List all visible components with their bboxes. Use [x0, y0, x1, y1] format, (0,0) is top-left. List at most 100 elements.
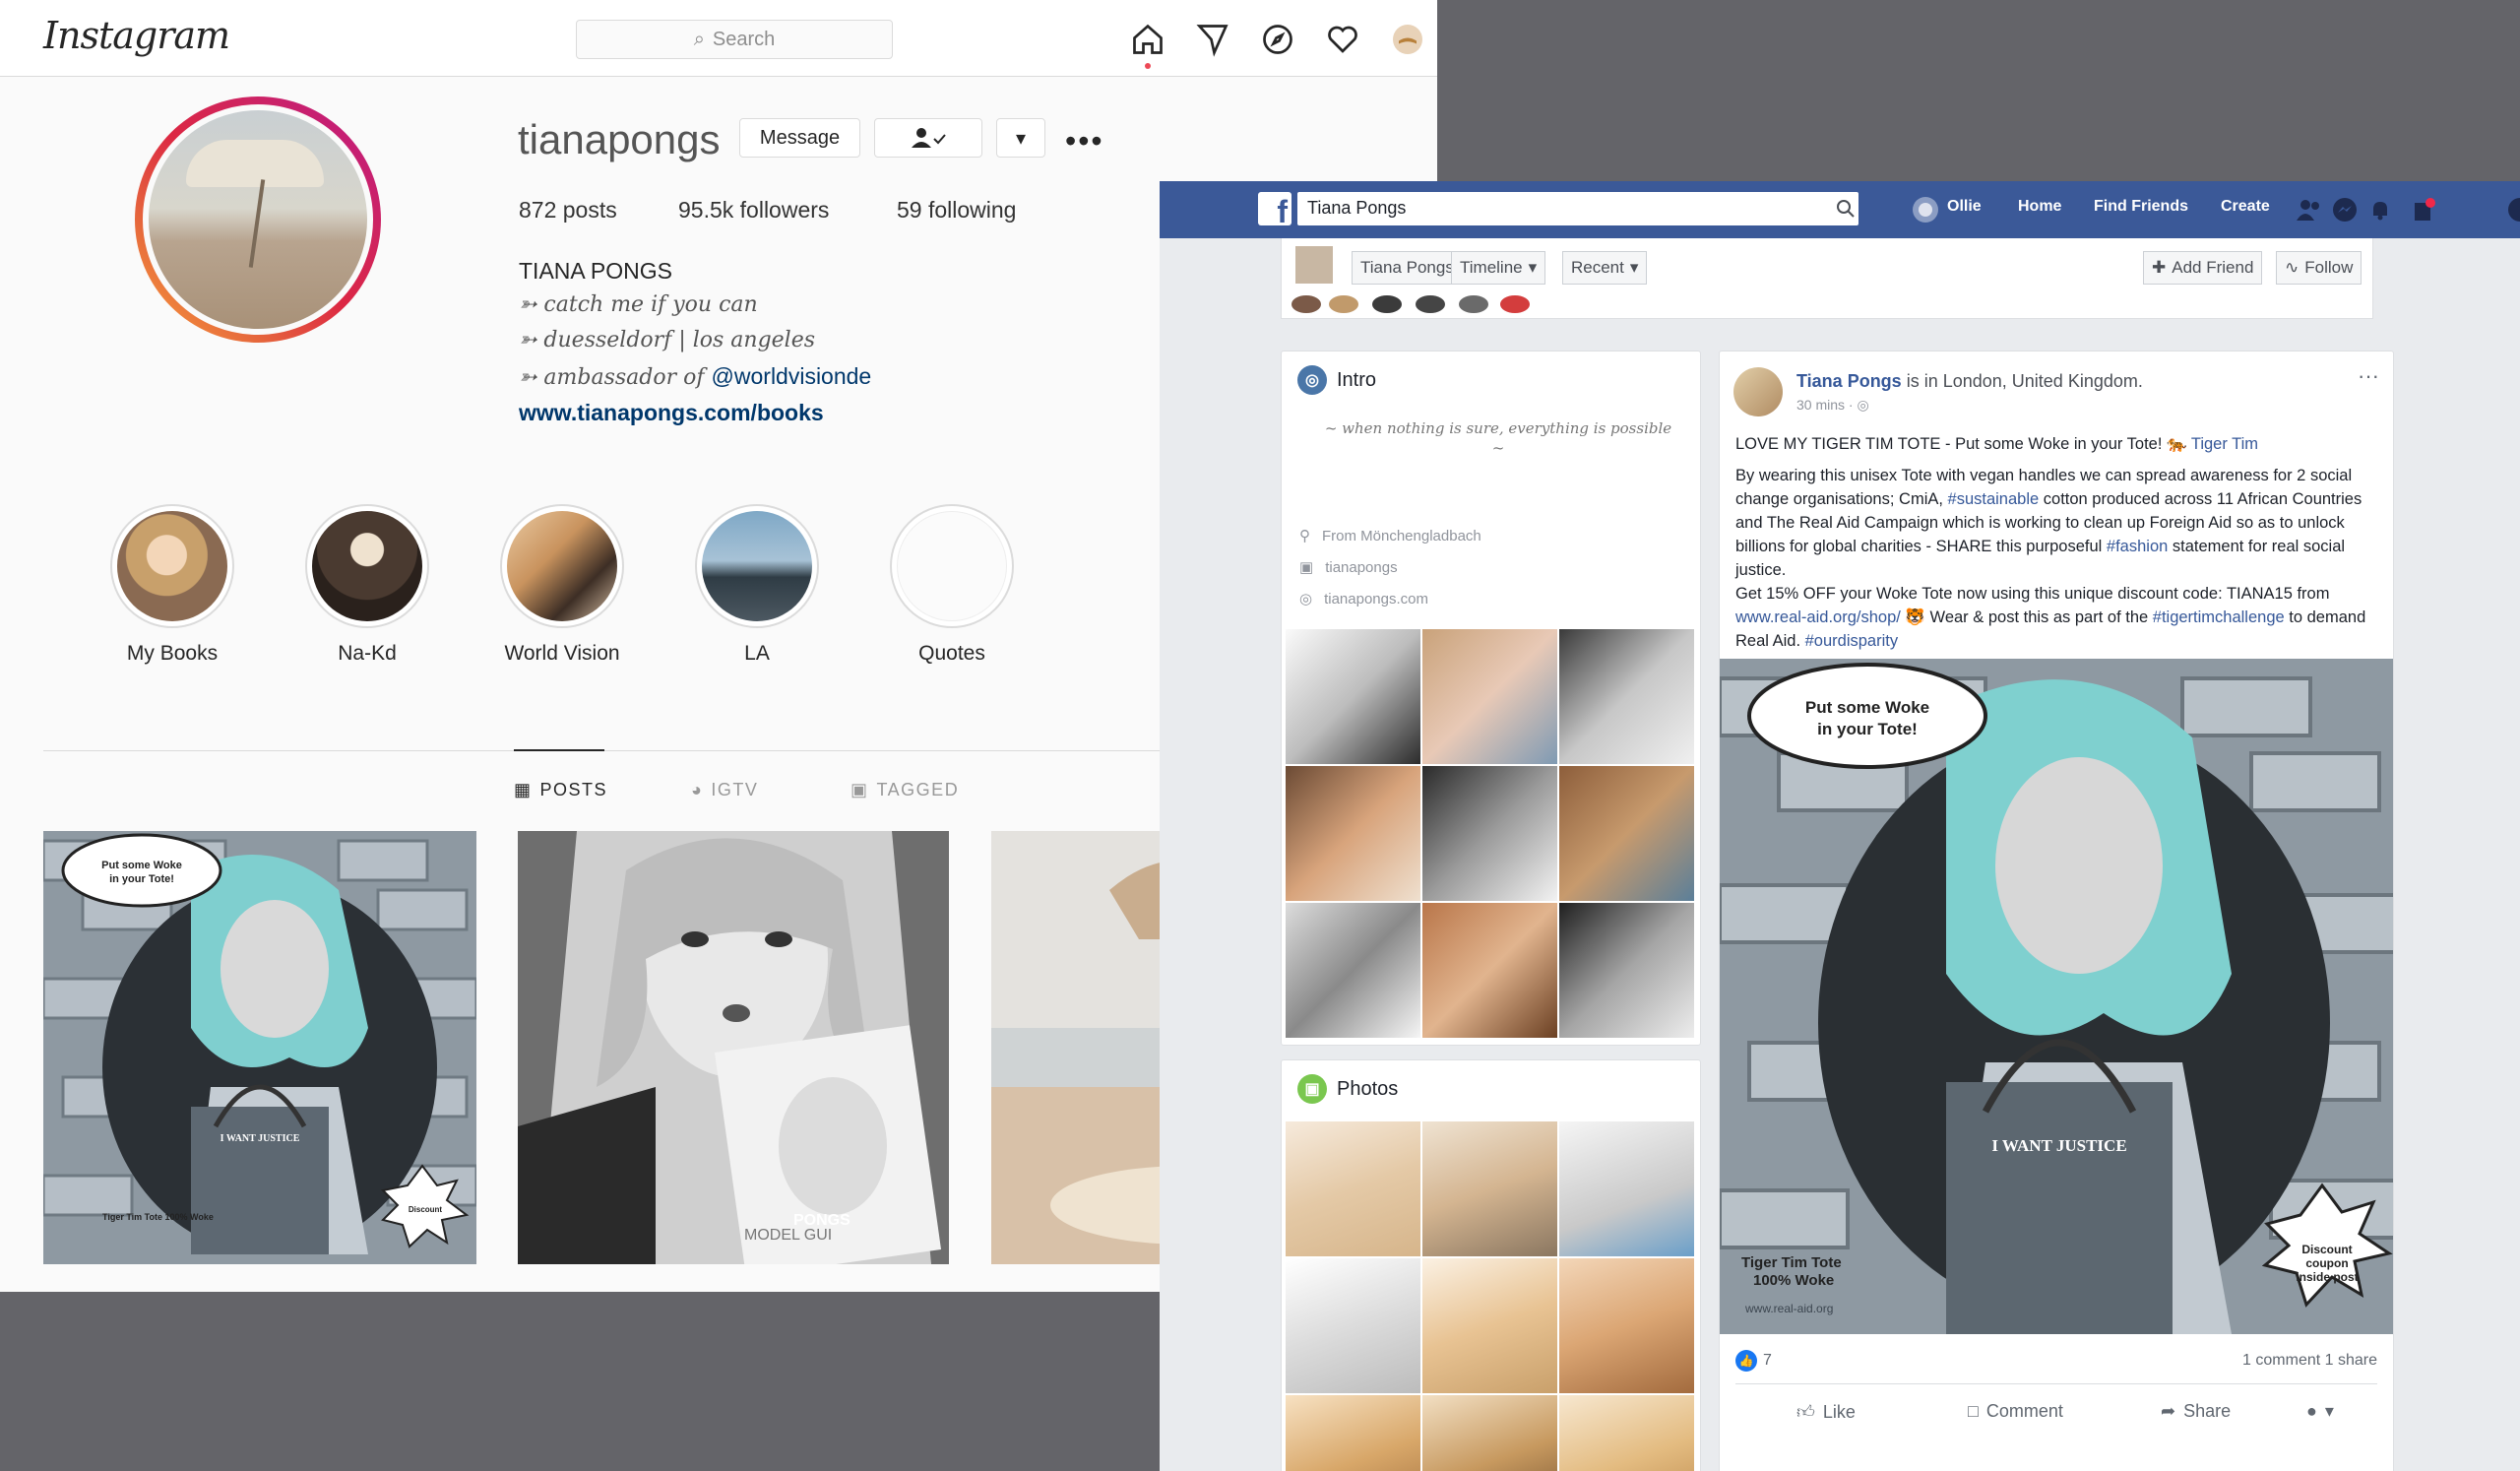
- post-author-avatar[interactable]: [1733, 367, 1783, 416]
- featured-photo[interactable]: [1559, 903, 1694, 1038]
- post-thumbnail[interactable]: Put some Woke in your Tote! I WANT JUSTI…: [43, 831, 476, 1264]
- like-button[interactable]: 👍︎ Like: [1796, 1401, 1856, 1423]
- followers-count[interactable]: 95.5k followers: [678, 197, 829, 224]
- post-text-paragraph2: Get 15% OFF your Woke Tote now using thi…: [1735, 582, 2385, 653]
- featured-photo[interactable]: [1422, 629, 1557, 764]
- featured-photo[interactable]: [1286, 766, 1420, 901]
- search-input[interactable]: Tiana Pongs: [1297, 192, 1858, 225]
- message-button[interactable]: Message: [739, 118, 860, 158]
- highlight-na-kd[interactable]: Na-Kd: [293, 504, 441, 666]
- post-timestamp[interactable]: 30 mins · ◎: [1796, 397, 1869, 414]
- add-friend-button[interactable]: ✚ Add Friend: [2143, 251, 2263, 285]
- highlight-la[interactable]: LA: [683, 504, 831, 666]
- post-as-selector[interactable]: ● ▾: [2306, 1401, 2334, 1422]
- tote-text: Tiger Tim Tote 100% Woke: [102, 1212, 214, 1222]
- highlight-quotes[interactable]: Quotes: [878, 504, 1026, 666]
- direct-icon[interactable]: [1193, 20, 1232, 59]
- featured-photo[interactable]: [1422, 766, 1557, 901]
- featured-photo[interactable]: [1559, 766, 1694, 901]
- photo-thumb[interactable]: [1422, 1258, 1557, 1393]
- intro-title: ◎ Intro: [1297, 365, 1376, 395]
- intro-website-text: tianapongs.com: [1324, 590, 1428, 608]
- notifications-bell-icon[interactable]: [2364, 194, 2396, 225]
- post-url-link[interactable]: www.real-aid.org/shop/: [1735, 608, 1901, 626]
- hashtag-link[interactable]: #sustainable: [1948, 490, 2040, 508]
- following-count[interactable]: 59 following: [897, 197, 1016, 224]
- photo-thumb[interactable]: [1559, 1395, 1694, 1471]
- photo-thumb[interactable]: [1422, 1121, 1557, 1256]
- thumbs-up-icon: 👍︎: [1796, 1402, 1815, 1422]
- profile-avatar-icon[interactable]: [1388, 20, 1427, 59]
- home-icon[interactable]: [1128, 20, 1167, 59]
- highlight-my-books[interactable]: My Books: [98, 504, 246, 666]
- search-icon[interactable]: [1831, 192, 1860, 225]
- coupon-line-1: Discount: [2301, 1243, 2352, 1256]
- user-avatar-icon[interactable]: [1910, 194, 1941, 225]
- photo-thumb[interactable]: [1559, 1121, 1694, 1256]
- hashtag-link[interactable]: #tigertimchallenge: [2153, 608, 2285, 626]
- highlight-world-vision[interactable]: World Vision: [488, 504, 636, 666]
- messenger-icon[interactable]: [2329, 194, 2361, 225]
- quick-help-icon[interactable]: [2408, 194, 2439, 225]
- instagram-icon: ▣: [1299, 559, 1314, 576]
- featured-photo[interactable]: [1286, 629, 1420, 764]
- bag-text: I WANT JUSTICE: [1991, 1136, 2126, 1155]
- tag-link[interactable]: Tiger Tim: [2191, 435, 2258, 453]
- instagram-header: Instagram ⌕ Search: [0, 0, 1437, 77]
- notification-dot: [1145, 63, 1151, 69]
- post-image-bw-portrait: MODEL GUI PONGS: [518, 831, 949, 1264]
- photo-thumb[interactable]: [1286, 1395, 1420, 1471]
- like-label: Like: [1822, 1401, 1856, 1422]
- more-options-icon[interactable]: •••: [1065, 123, 1104, 160]
- photo-thumb[interactable]: [1559, 1258, 1694, 1393]
- nav-find-friends-link[interactable]: Find Friends: [2094, 198, 2188, 216]
- nav-user-link[interactable]: Ollie: [1947, 198, 1982, 216]
- photo-thumb[interactable]: [1286, 1258, 1420, 1393]
- tab-profile-name[interactable]: Tiana Pongs: [1352, 251, 1463, 285]
- post-thumbnail[interactable]: MODEL GUI PONGS: [518, 831, 949, 1264]
- bio-line: ➳ catch me if you can: [519, 292, 758, 317]
- bio-mention-link[interactable]: @worldvisionde: [712, 363, 872, 389]
- facebook-logo-icon[interactable]: f: [1258, 192, 1292, 225]
- friend-requests-icon[interactable]: [2294, 194, 2325, 225]
- comment-button[interactable]: □ Comment: [1968, 1401, 2063, 1422]
- search-input[interactable]: ⌕ Search: [576, 20, 893, 59]
- post-reactions[interactable]: 👍 7: [1735, 1350, 1772, 1372]
- suggestions-dropdown[interactable]: ▾: [996, 118, 1045, 158]
- photo-thumb[interactable]: [1422, 1395, 1557, 1471]
- instagram-logo[interactable]: Instagram: [43, 14, 230, 57]
- following-button[interactable]: [874, 118, 982, 158]
- post-comment-share-counts[interactable]: 1 comment 1 share: [2242, 1352, 2377, 1370]
- friend-avatar: [1416, 295, 1445, 313]
- post-author-name[interactable]: Tiana Pongs: [1796, 371, 1902, 391]
- intro-instagram-row[interactable]: ▣ tianapongs: [1299, 558, 1398, 577]
- featured-photo[interactable]: [1422, 903, 1557, 1038]
- profile-website-link[interactable]: www.tianapongs.com/books: [519, 400, 824, 426]
- tab-timeline[interactable]: Timeline ▾: [1451, 251, 1546, 285]
- profile-thumbnail[interactable]: [1293, 244, 1335, 286]
- intro-website-row[interactable]: ◎ tianapongs.com: [1299, 590, 1428, 608]
- explore-icon[interactable]: [1258, 20, 1297, 59]
- highlight-label: LA: [744, 642, 770, 665]
- intro-card: ◎ Intro ~ when nothing is sure, everythi…: [1281, 351, 1701, 1046]
- post-location-text: is in London, United Kingdom.: [1901, 371, 2143, 391]
- heart-icon[interactable]: [1323, 20, 1362, 59]
- profile-picture[interactable]: [135, 96, 381, 343]
- featured-photo[interactable]: [1559, 629, 1694, 764]
- hashtag-link[interactable]: #ourdisparity: [1805, 632, 1898, 650]
- hashtag-link[interactable]: #fashion: [2107, 538, 2168, 555]
- book-brand-text: PONGS: [793, 1212, 850, 1229]
- tab-recent[interactable]: Recent ▾: [1562, 251, 1648, 285]
- follow-button[interactable]: ∿ Follow: [2276, 251, 2362, 285]
- featured-photo[interactable]: [1286, 903, 1420, 1038]
- help-question-icon[interactable]: [2504, 194, 2520, 225]
- tab-tagged[interactable]: ▣ TAGGED: [850, 780, 959, 800]
- share-button[interactable]: ➦ Share: [2161, 1401, 2231, 1422]
- post-options-icon[interactable]: ···: [2358, 363, 2379, 389]
- nav-home-link[interactable]: Home: [2018, 198, 2061, 216]
- tab-igtv[interactable]: ◕ IGTV: [691, 780, 758, 800]
- post-image[interactable]: Put some Woke in your Tote! I WANT JUSTI…: [1720, 659, 2393, 1334]
- nav-create-link[interactable]: Create: [2221, 198, 2270, 216]
- tab-posts[interactable]: ▦ POSTS: [514, 780, 607, 800]
- photo-thumb[interactable]: [1286, 1121, 1420, 1256]
